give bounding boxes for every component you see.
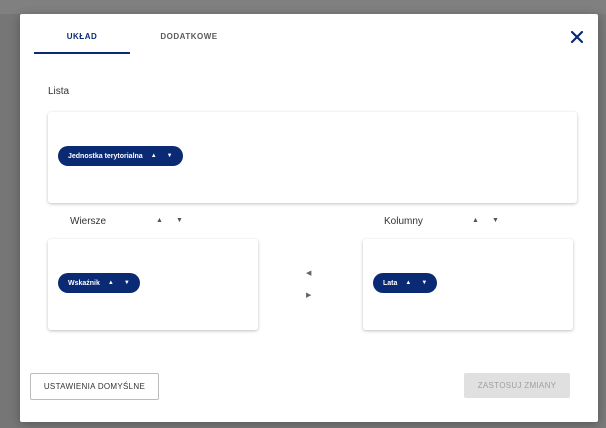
- wiersze-sort-down-icon[interactable]: ▼: [176, 217, 183, 224]
- background-left-column: [0, 14, 20, 428]
- wiersze-sort-up-icon[interactable]: ▲: [156, 217, 163, 224]
- close-icon[interactable]: [568, 28, 586, 46]
- dialog-tabs: UKŁAD DODATKOWE: [34, 32, 224, 54]
- chevron-up-icon[interactable]: ▲: [405, 280, 411, 286]
- kolumny-dropzone[interactable]: Lata ▲ ▼: [363, 239, 573, 330]
- background-right-edge: [598, 14, 606, 428]
- background-toolbar: [0, 0, 606, 14]
- chevron-down-icon[interactable]: ▼: [167, 153, 173, 159]
- kolumny-label: Kolumny: [384, 216, 423, 227]
- chevron-down-icon[interactable]: ▼: [124, 280, 130, 286]
- apply-changes-button[interactable]: ZASTOSUJ ZMIANY: [464, 373, 570, 398]
- chip-wskaznik[interactable]: Wskaźnik ▲ ▼: [58, 273, 140, 293]
- chip-jednostka-terytorialna[interactable]: Jednostka terytorialna ▲ ▼: [58, 146, 183, 166]
- chevron-up-icon[interactable]: ▲: [108, 280, 114, 286]
- chip-label: Jednostka terytorialna: [68, 152, 143, 160]
- chevron-up-icon[interactable]: ▲: [151, 153, 157, 159]
- wiersze-label: Wiersze: [70, 216, 107, 227]
- move-left-icon[interactable]: ◀: [306, 269, 311, 277]
- tab-uklad[interactable]: UKŁAD: [34, 32, 130, 54]
- kolumny-sort-down-icon[interactable]: ▼: [492, 217, 499, 224]
- lista-dropzone[interactable]: Jednostka terytorialna ▲ ▼: [48, 112, 577, 203]
- chevron-down-icon[interactable]: ▼: [421, 280, 427, 286]
- wiersze-dropzone[interactable]: Wskaźnik ▲ ▼: [48, 239, 258, 330]
- chip-label: Lata: [383, 279, 398, 287]
- chip-label: Wskaźnik: [68, 279, 100, 287]
- tab-dodatkowe[interactable]: DODATKOWE: [154, 32, 224, 54]
- chip-lata[interactable]: Lata ▲ ▼: [373, 273, 438, 293]
- layout-dialog: UKŁAD DODATKOWE Lista Jednostka terytori…: [20, 14, 598, 422]
- move-right-icon[interactable]: ▶: [306, 291, 311, 299]
- kolumny-sort-up-icon[interactable]: ▲: [472, 217, 479, 224]
- lista-label: Lista: [48, 86, 70, 97]
- default-settings-button[interactable]: USTAWIENIA DOMYŚLNE: [30, 373, 159, 400]
